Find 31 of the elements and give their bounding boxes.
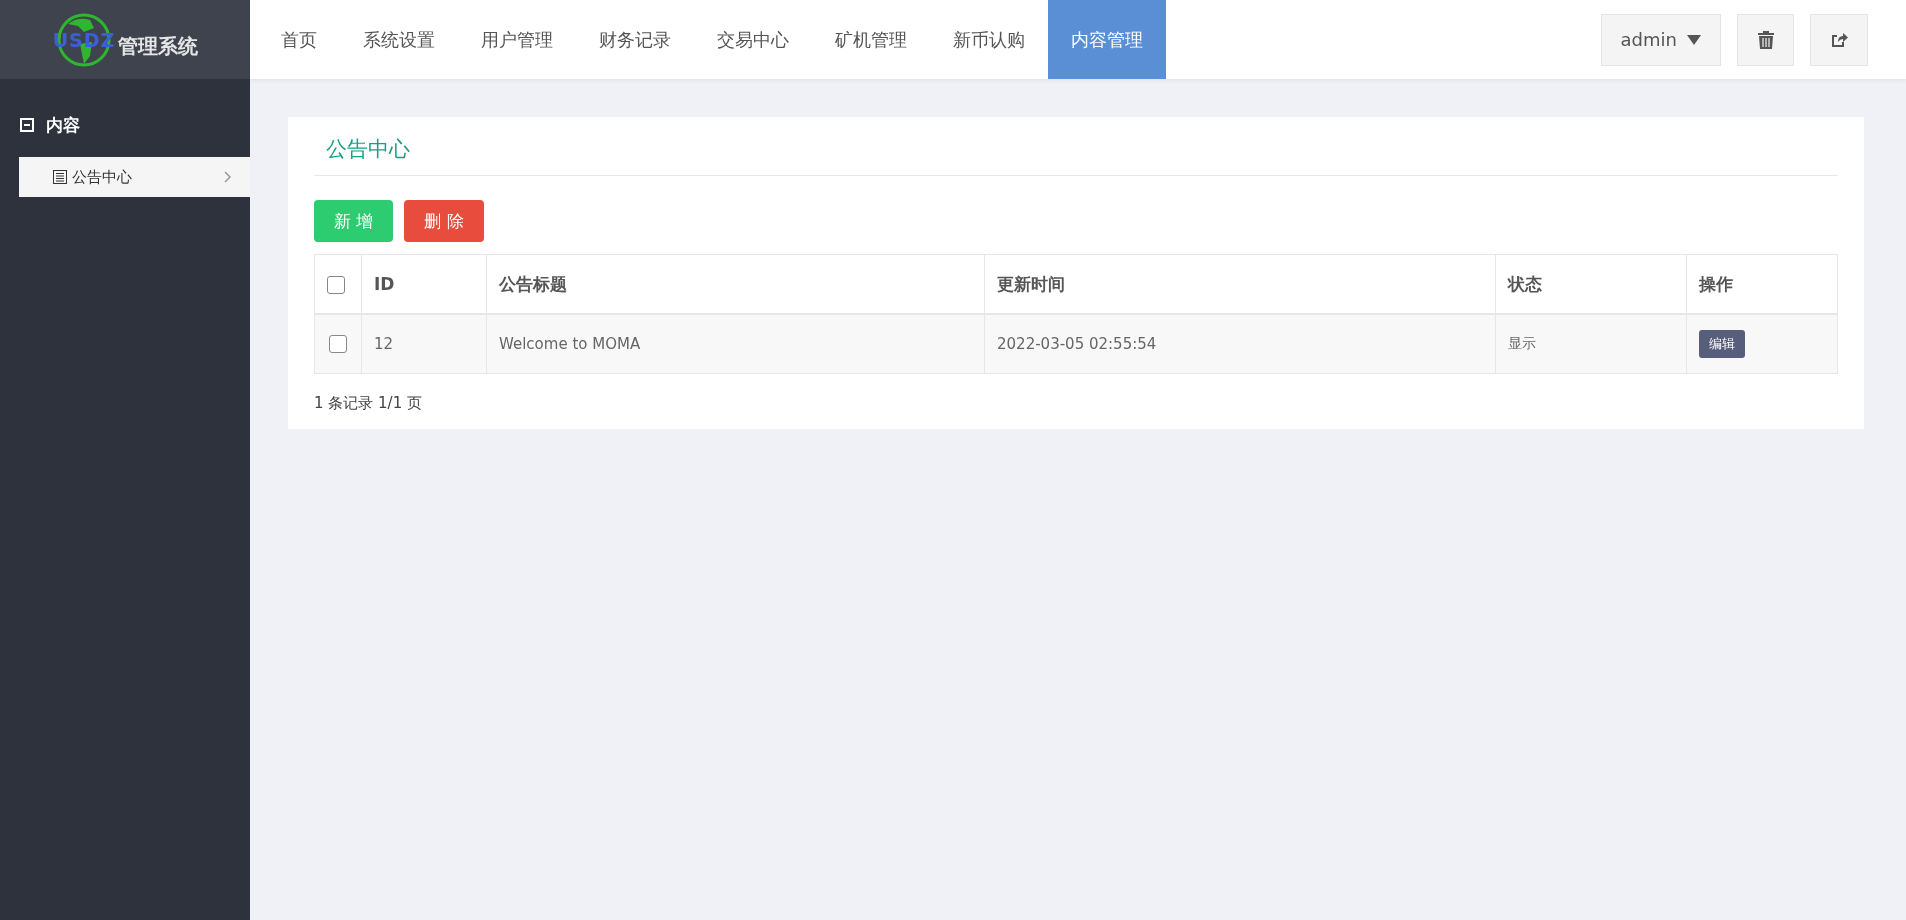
share-icon [1830,31,1848,48]
table-cell: Welcome to MOMA [486,314,985,374]
trash-button[interactable] [1737,13,1794,66]
table-cell: 显示 [1495,314,1687,374]
logo-title: 管理系统 [118,33,198,60]
checkbox[interactable] [327,276,345,294]
sidebar-item[interactable]: 公告中心 [19,157,250,197]
collapse-icon [20,118,34,132]
pagination-text: 1 条记录 1/1 页 [314,394,423,413]
list-icon [53,170,67,184]
panel-title: 公告中心 [314,117,1838,176]
checkbox[interactable] [329,335,347,354]
sidebar-group-label: 内容 [46,113,80,137]
delete-button[interactable]: 删 除 [404,200,484,242]
nav-tab[interactable]: 新币认购 [930,0,1048,79]
chevron-right-icon [224,171,232,183]
trash-icon [1757,30,1774,49]
nav-tab[interactable]: 交易中心 [694,0,812,79]
table-cell: 12 [361,314,487,374]
logout-button[interactable] [1810,13,1868,66]
nav-tab[interactable]: 财务记录 [576,0,694,79]
nav-tab[interactable]: 系统设置 [340,0,458,79]
nav-tab[interactable]: 首页 [258,0,340,79]
sidebar-group[interactable]: 内容 [0,107,250,143]
nav-tab[interactable]: 用户管理 [458,0,576,79]
nav-tab[interactable]: 矿机管理 [812,0,930,79]
sidebar-item-label: 公告中心 [72,167,133,187]
caret-icon [1687,34,1701,45]
user-menu-button[interactable]: admin [1600,13,1721,66]
table-cell: 2022-03-05 02:55:54 [984,314,1496,374]
edit-button[interactable]: 编辑 [1699,330,1745,358]
